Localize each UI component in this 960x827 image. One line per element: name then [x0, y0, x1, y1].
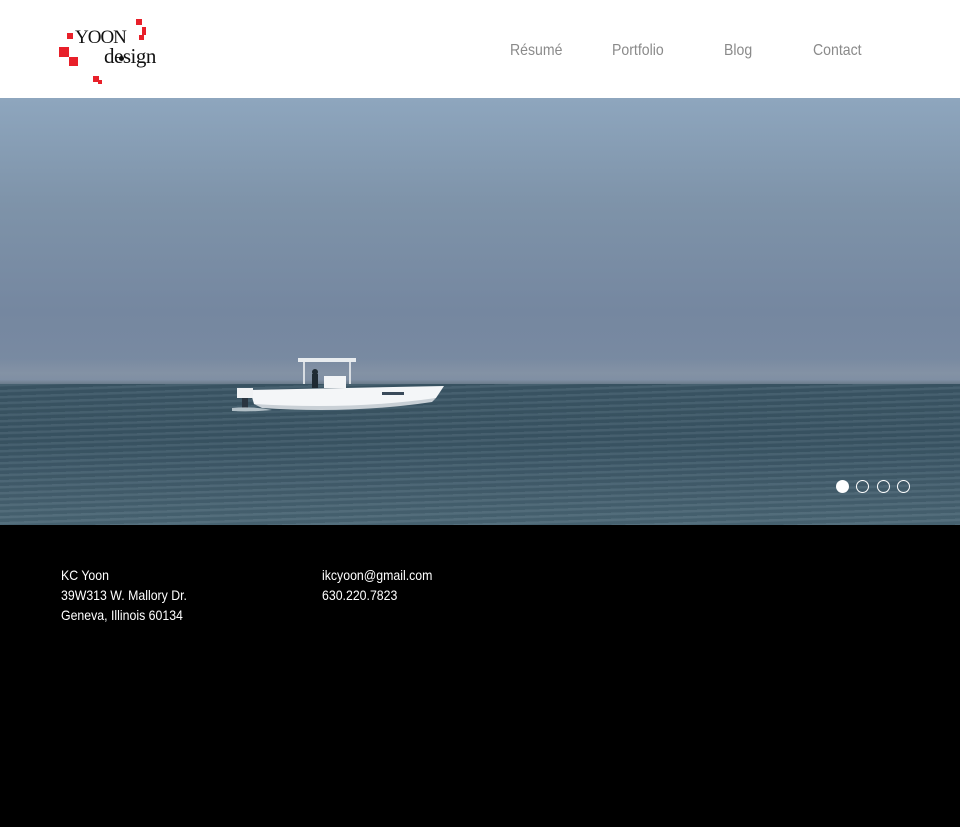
logo-square-red [98, 80, 102, 84]
nav-portfolio[interactable]: Portfolio [612, 42, 664, 60]
contact-email[interactable]: ikcyoon@gmail.com [322, 565, 432, 585]
main-nav: Résumé Portfolio Blog Contact [0, 42, 960, 64]
boat-image [232, 358, 444, 412]
logo-square-red [136, 19, 142, 25]
address-name: KC Yoon [61, 567, 109, 583]
site-header: YOON design Résumé Portfolio Blog Contac… [0, 0, 960, 98]
nav-contact[interactable]: Contact [813, 42, 862, 60]
slide-dot-3[interactable] [877, 480, 890, 493]
address-city: Geneva, Illinois 60134 [61, 607, 183, 623]
hero-slideshow [0, 98, 960, 525]
site-footer: KC Yoon 39W313 W. Mallory Dr. Geneva, Il… [0, 525, 960, 827]
logo-square-red [139, 35, 144, 40]
logo-square-red [67, 33, 73, 39]
sea-water [0, 384, 960, 525]
slide-dot-1[interactable] [836, 480, 849, 493]
slide-indicators [0, 480, 960, 494]
logo-square-red [142, 27, 146, 35]
slide-dot-2[interactable] [856, 480, 869, 493]
address-street: 39W313 W. Mallory Dr. [61, 587, 187, 603]
nav-blog[interactable]: Blog [724, 42, 752, 60]
nav-resume[interactable]: Résumé [510, 42, 562, 60]
footer-address: KC Yoon 39W313 W. Mallory Dr. Geneva, Il… [61, 565, 187, 625]
contact-phone: 630.220.7823 [322, 587, 398, 603]
footer-contact: ikcyoon@gmail.com 630.220.7823 [322, 565, 432, 605]
slide-dot-4[interactable] [897, 480, 910, 493]
